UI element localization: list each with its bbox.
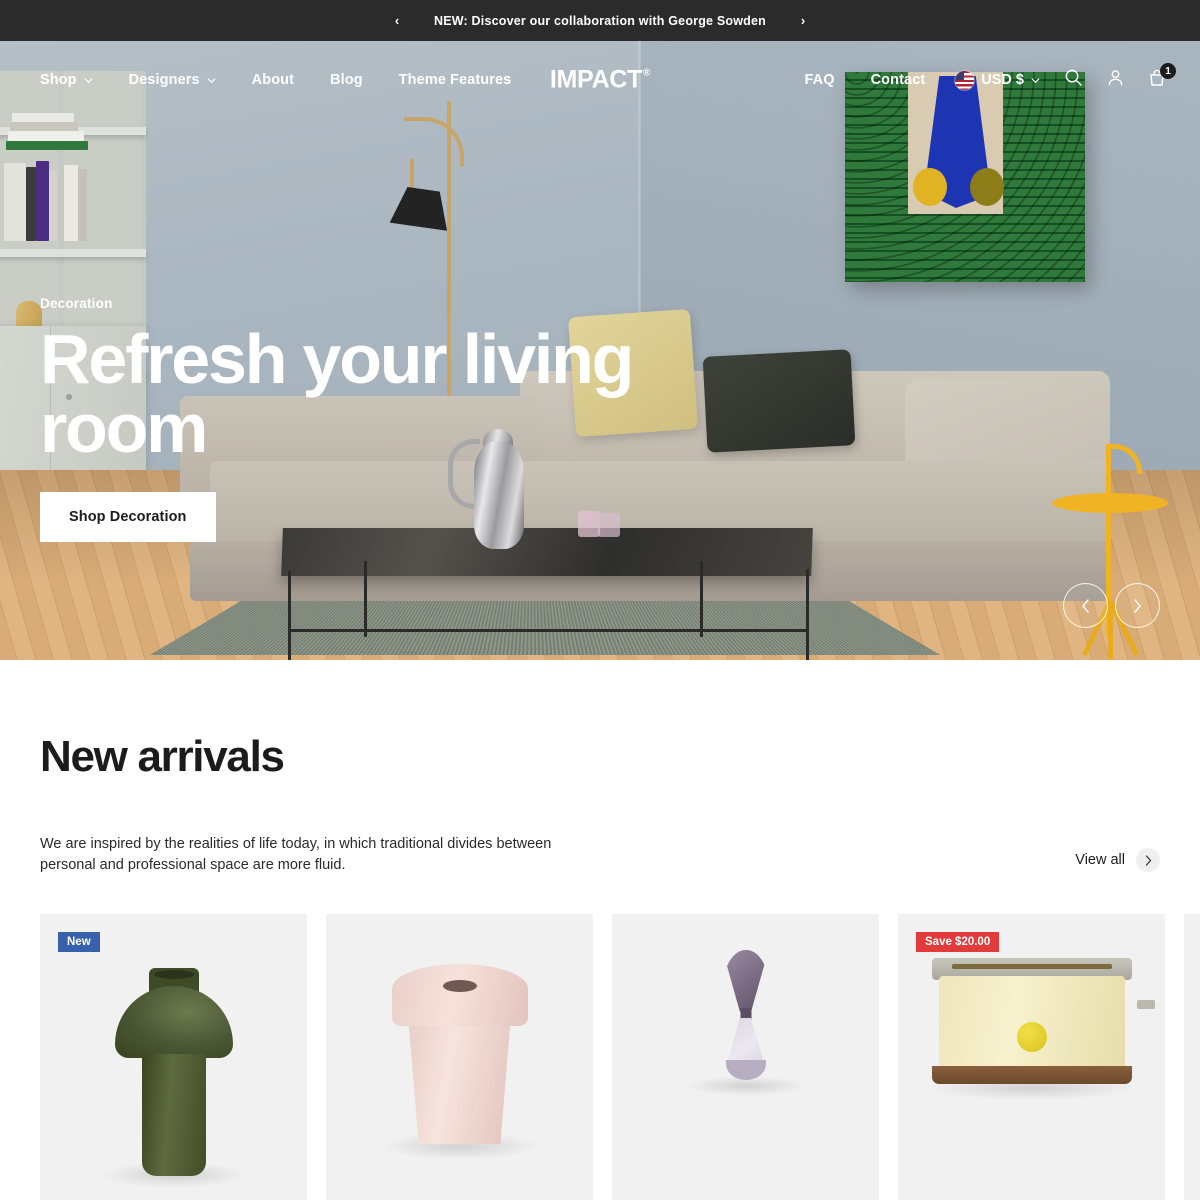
cart-button[interactable]: 1 bbox=[1136, 59, 1178, 101]
lamp-cap-inner bbox=[153, 970, 194, 980]
product-card[interactable] bbox=[612, 914, 879, 1200]
product-card[interactable]: Save $20.00 bbox=[898, 914, 1165, 1200]
hero-eyebrow: Decoration bbox=[40, 296, 113, 311]
product-badge-sale: Save $20.00 bbox=[916, 932, 1000, 953]
user-icon bbox=[1106, 68, 1125, 92]
book bbox=[49, 171, 57, 241]
book bbox=[36, 161, 49, 241]
cart-count-badge: 1 bbox=[1160, 63, 1176, 79]
hero-prev-button[interactable] bbox=[1063, 583, 1108, 628]
logo-registered-mark: ® bbox=[643, 67, 651, 79]
product-badge-new: New bbox=[58, 932, 100, 953]
hero-content: Decoration Refresh your living room Shop… bbox=[40, 296, 780, 543]
side-table-top bbox=[1052, 493, 1168, 513]
hero-title: Refresh your living room bbox=[40, 320, 634, 467]
book bbox=[4, 163, 26, 241]
site-header: Shop Designers About Blog Theme Features… bbox=[0, 41, 1200, 119]
table-leg bbox=[288, 571, 291, 660]
bin-rim bbox=[391, 964, 528, 1027]
currency-value: USD $ bbox=[981, 72, 1024, 88]
nav-item-faq[interactable]: FAQ bbox=[787, 64, 853, 96]
toaster-base bbox=[931, 1066, 1132, 1085]
announcement-bar: ‹ NEW: Discover our collaboration with G… bbox=[0, 0, 1200, 41]
announcement-next-button[interactable]: › bbox=[786, 6, 820, 36]
nav-item-shop[interactable]: Shop bbox=[22, 64, 111, 96]
table-leg bbox=[806, 569, 809, 660]
product-card[interactable] bbox=[1184, 914, 1200, 1200]
book bbox=[8, 131, 84, 141]
section-subheader: We are inspired by the realities of life… bbox=[40, 834, 1160, 876]
hourglass-top-bulb bbox=[722, 950, 769, 1013]
nav-item-label: Designers bbox=[128, 72, 200, 88]
table-rail bbox=[288, 629, 808, 632]
hero-carousel-controls bbox=[1063, 583, 1160, 628]
toaster-lever bbox=[1137, 1000, 1155, 1010]
product-grid: New Save $20.00 bbox=[40, 914, 1200, 1200]
nav-item-contact[interactable]: Contact bbox=[853, 64, 944, 96]
book bbox=[6, 141, 88, 150]
lamp-body bbox=[141, 1054, 206, 1177]
product-image-partial-product[interactable] bbox=[1184, 914, 1200, 1200]
nav-item-about[interactable]: About bbox=[234, 64, 312, 96]
chevron-down-icon bbox=[84, 76, 93, 85]
table-leg bbox=[700, 561, 703, 637]
nav-item-theme-features[interactable]: Theme Features bbox=[381, 64, 530, 96]
section-description: We are inspired by the realities of life… bbox=[40, 836, 552, 874]
view-all-label: View all bbox=[1075, 852, 1125, 868]
product-card[interactable]: New bbox=[40, 914, 307, 1200]
hero-next-button[interactable] bbox=[1115, 583, 1160, 628]
hero-banner: Shop Designers About Blog Theme Features… bbox=[0, 41, 1200, 660]
product-image-purple-hourglass-timer[interactable] bbox=[612, 914, 879, 1200]
site-logo[interactable]: IMPACT ® bbox=[549, 65, 651, 95]
bin-opening bbox=[442, 980, 477, 993]
shop-decoration-button[interactable]: Shop Decoration bbox=[40, 492, 216, 543]
nav-item-designers[interactable]: Designers bbox=[111, 64, 234, 96]
bin-body bbox=[407, 1014, 512, 1145]
primary-nav: Shop Designers About Blog Theme Features bbox=[22, 64, 529, 96]
logo-text: IMPACT bbox=[549, 65, 643, 94]
nav-item-label: Shop bbox=[40, 72, 77, 88]
book bbox=[64, 165, 78, 241]
announcement-inner: ‹ NEW: Discover our collaboration with G… bbox=[380, 6, 820, 36]
shelf-board-2 bbox=[0, 249, 146, 257]
artwork-olive-circle bbox=[970, 168, 1004, 206]
section-title: New arrivals bbox=[40, 732, 285, 781]
search-button[interactable] bbox=[1052, 59, 1094, 101]
chevron-right-icon bbox=[1136, 848, 1160, 872]
product-image-cream-toaster[interactable]: Save $20.00 bbox=[898, 914, 1165, 1200]
secondary-nav: FAQ Contact USD $ 1 bbox=[787, 59, 1179, 101]
lamp-shade bbox=[114, 986, 233, 1059]
table-leg bbox=[364, 561, 367, 637]
currency-selector[interactable]: USD $ bbox=[943, 63, 1052, 98]
nav-item-blog[interactable]: Blog bbox=[312, 64, 381, 96]
book bbox=[10, 122, 78, 131]
view-all-link[interactable]: View all bbox=[1075, 834, 1160, 872]
toaster-dial bbox=[1016, 1022, 1047, 1053]
chevron-down-icon bbox=[1031, 76, 1040, 85]
product-card[interactable] bbox=[326, 914, 593, 1200]
new-arrivals-section: New arrivals We are inspired by the real… bbox=[0, 660, 1200, 1200]
account-button[interactable] bbox=[1094, 59, 1136, 101]
chevron-down-icon bbox=[207, 76, 216, 85]
book bbox=[26, 167, 36, 241]
artwork-yellow-circle bbox=[913, 168, 947, 206]
announcement-text: NEW: Discover our collaboration with Geo… bbox=[433, 13, 767, 28]
product-image-olive-table-lamp[interactable]: New bbox=[40, 914, 307, 1200]
product-image-pink-waste-bin[interactable] bbox=[326, 914, 593, 1200]
book bbox=[78, 169, 87, 241]
announcement-prev-button[interactable]: ‹ bbox=[380, 6, 414, 36]
search-icon bbox=[1064, 68, 1083, 92]
us-flag-icon bbox=[955, 70, 975, 90]
toaster-slot bbox=[951, 964, 1112, 970]
